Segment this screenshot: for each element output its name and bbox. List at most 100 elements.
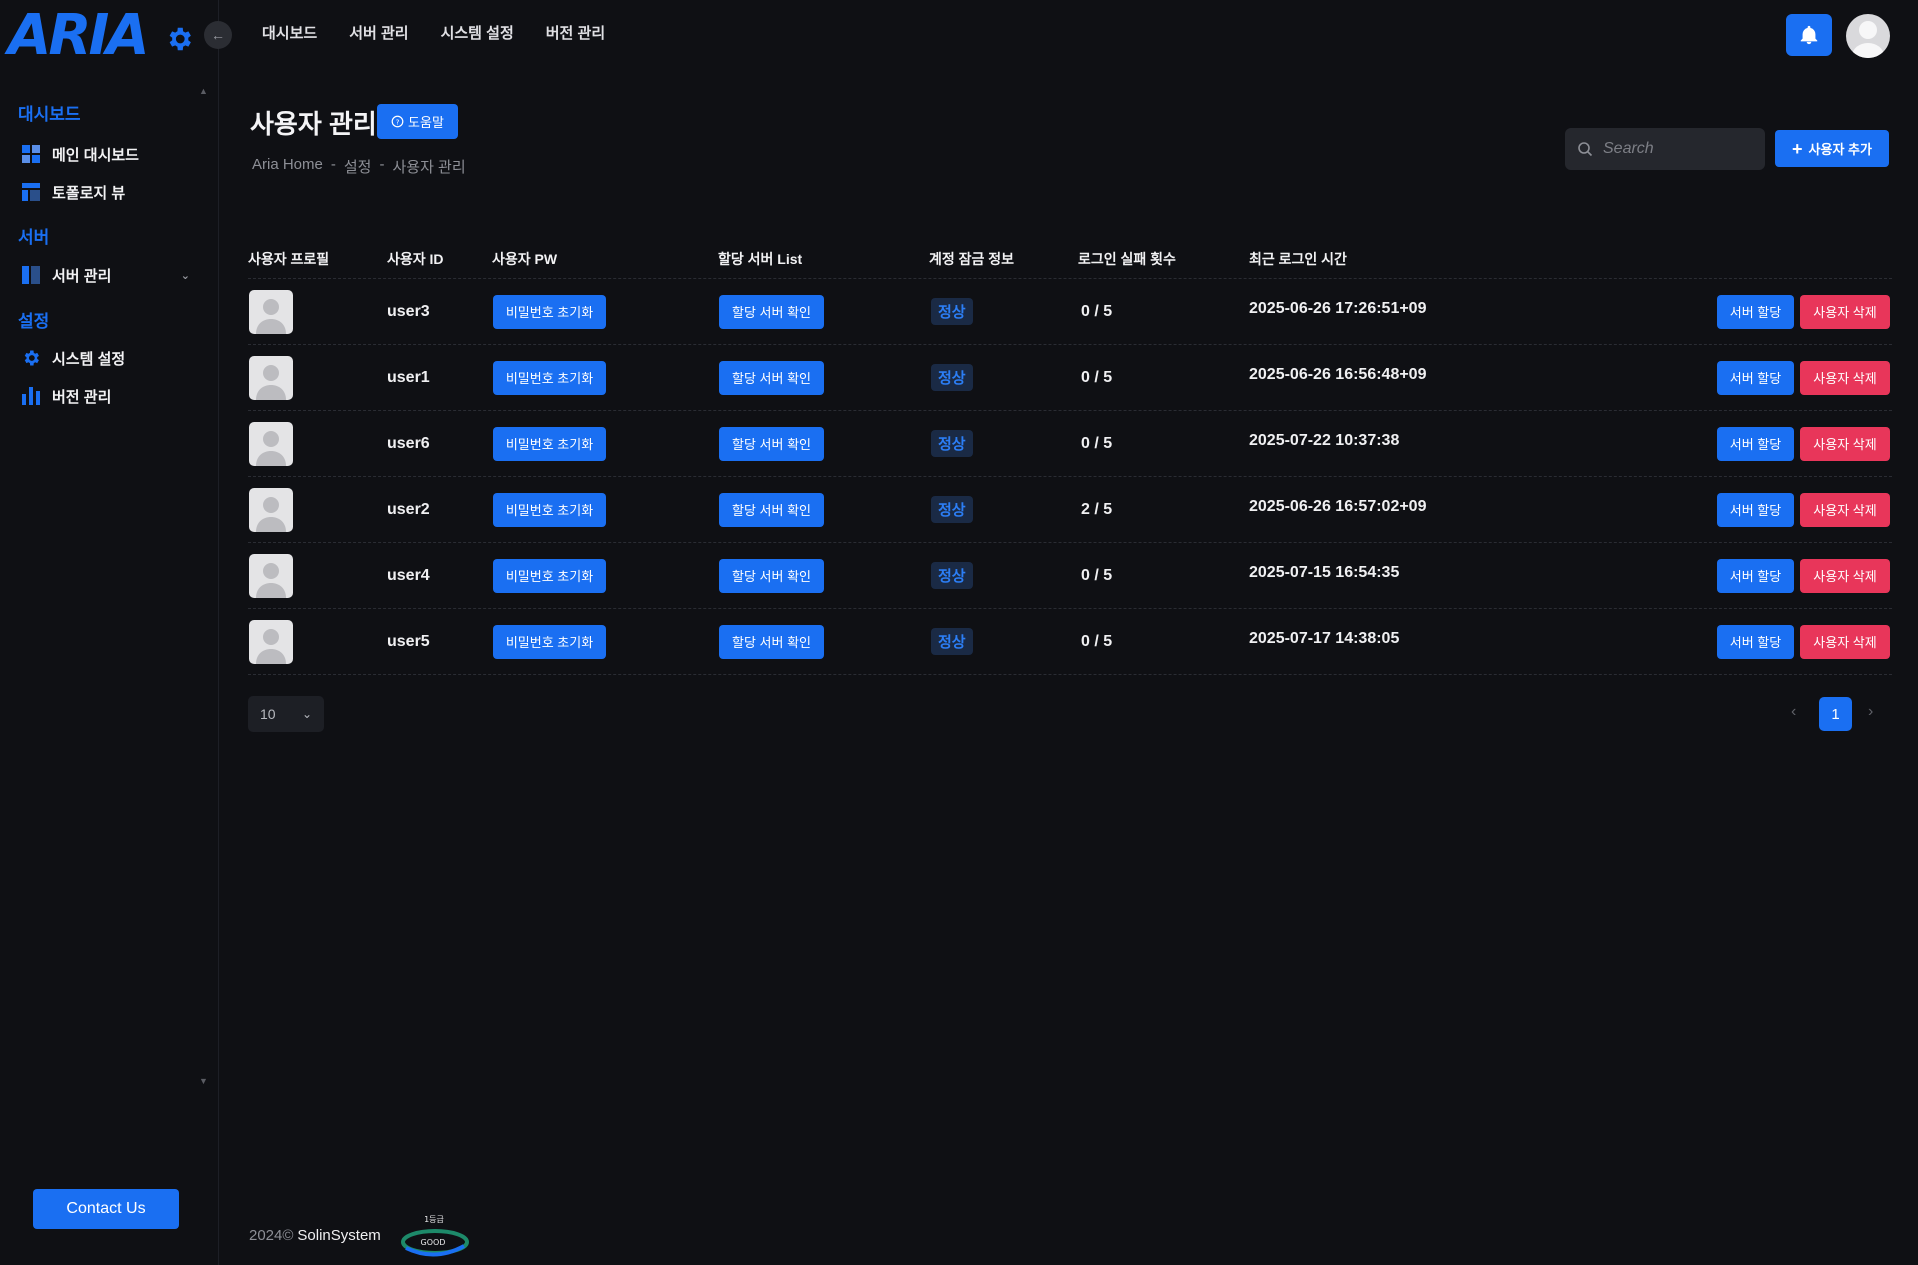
top-nav-system-settings[interactable]: 시스템 설정 (441, 22, 514, 43)
sidebar-item-topology-view[interactable]: 토폴로지 뷰 (20, 179, 190, 205)
help-button[interactable]: ? 도움말 (377, 104, 458, 139)
assign-server-button[interactable]: 서버 할당 (1717, 426, 1794, 461)
profile-avatar[interactable] (249, 553, 293, 598)
assign-server-button[interactable]: 서버 할당 (1717, 360, 1794, 395)
notification-button[interactable] (1786, 14, 1832, 56)
sidebar-item-label: 버전 관리 (52, 388, 112, 406)
check-assigned-servers-button[interactable]: 할당 서버 확인 (719, 426, 824, 461)
delete-user-button[interactable]: 사용자 삭제 (1800, 426, 1890, 461)
breadcrumb-settings[interactable]: 설정 (344, 156, 372, 177)
column-header-profile: 사용자 프로필 (248, 251, 330, 267)
row-actions: 서버 할당 사용자 삭제 (1717, 411, 1890, 476)
top-nav-dashboard[interactable]: 대시보드 (262, 22, 317, 43)
table-row: user4 비밀번호 초기화 할당 서버 확인 정상 0 / 5 2025-07… (248, 543, 1892, 609)
profile-cell (249, 477, 293, 542)
row-actions: 서버 할당 사용자 삭제 (1717, 609, 1890, 674)
user-avatar[interactable] (1846, 14, 1890, 58)
user-pw-cell: 비밀번호 초기화 (493, 543, 606, 608)
search-box[interactable] (1565, 128, 1765, 170)
user-pw-cell: 비밀번호 초기화 (493, 279, 606, 344)
profile-avatar[interactable] (249, 619, 293, 664)
aria-logo[interactable]: ARIA (8, 3, 150, 68)
profile-avatar[interactable] (249, 487, 293, 532)
page-size-select[interactable]: 10 ⌄ (248, 696, 324, 732)
last-login-cell: 2025-06-26 16:57:02+09 (1249, 477, 1426, 542)
check-assigned-servers-button[interactable]: 할당 서버 확인 (719, 294, 824, 329)
delete-user-button[interactable]: 사용자 삭제 (1800, 558, 1890, 593)
delete-user-button[interactable]: 사용자 삭제 (1800, 294, 1890, 329)
sidebar-collapse-button[interactable]: ← (204, 21, 232, 49)
lock-info-cell: 정상 (931, 411, 973, 476)
login-fail-count: 0 / 5 (1081, 566, 1113, 584)
reset-password-button[interactable]: 비밀번호 초기화 (493, 426, 606, 461)
user-id: user1 (387, 368, 430, 386)
sidebar-item-server-management[interactable]: 서버 관리 ⌄ (20, 262, 190, 288)
gear-icon (20, 347, 42, 369)
breadcrumb: Aria Home - 설정 - 사용자 관리 (252, 156, 466, 177)
assign-server-button[interactable]: 서버 할당 (1717, 558, 1794, 593)
assign-server-button[interactable]: 서버 할당 (1717, 294, 1794, 329)
breadcrumb-home[interactable]: Aria Home (252, 156, 323, 177)
logo-text: ARIA (8, 3, 150, 68)
top-nav-server-management[interactable]: 서버 관리 (349, 22, 408, 43)
user-silhouette-icon (256, 628, 286, 664)
footer-company-link[interactable]: SolinSystem (297, 1227, 380, 1244)
reset-password-button[interactable]: 비밀번호 초기화 (493, 294, 606, 329)
table-row: user2 비밀번호 초기화 할당 서버 확인 정상 2 / 5 2025-06… (248, 477, 1892, 543)
sidebar-item-system-settings[interactable]: 시스템 설정 (20, 345, 190, 371)
sidebar-section-settings: 설정 (18, 312, 50, 331)
reset-password-button[interactable]: 비밀번호 초기화 (493, 558, 606, 593)
table-row: user1 비밀번호 초기화 할당 서버 확인 정상 0 / 5 2025-06… (248, 345, 1892, 411)
breadcrumb-separator: - (330, 156, 336, 173)
sidebar-scroll-up-icon[interactable]: ▲ (199, 86, 208, 96)
login-fails-cell: 0 / 5 (1081, 279, 1112, 344)
status-badge: 정상 (931, 562, 973, 589)
last-login-time: 2025-07-22 10:37:38 (1249, 431, 1400, 449)
status-badge: 정상 (931, 364, 973, 391)
user-id-cell: user5 (387, 609, 430, 674)
profile-avatar[interactable] (249, 355, 293, 400)
add-user-button[interactable]: + 사용자 추가 (1775, 130, 1889, 167)
logo-gear-icon (169, 27, 191, 51)
sidebar-scroll-down-icon[interactable]: ▼ (199, 1076, 208, 1086)
check-assigned-servers-button[interactable]: 할당 서버 확인 (719, 558, 824, 593)
server-panel-icon (20, 264, 42, 286)
pagination-next-icon[interactable]: › (1868, 703, 1873, 721)
last-login-cell: 2025-07-22 10:37:38 (1249, 411, 1399, 476)
login-fail-count: 0 / 5 (1081, 302, 1113, 320)
check-assigned-servers-button[interactable]: 할당 서버 확인 (719, 492, 824, 527)
assign-server-button[interactable]: 서버 할당 (1717, 624, 1794, 659)
chevron-down-icon[interactable]: ⌄ (181, 269, 190, 282)
profile-avatar[interactable] (249, 289, 293, 334)
reset-password-button[interactable]: 비밀번호 초기화 (493, 360, 606, 395)
reset-password-button[interactable]: 비밀번호 초기화 (493, 624, 606, 659)
table-header: 사용자 프로필 사용자 ID 사용자 PW 할당 서버 List 계정 잠금 정… (248, 240, 1892, 279)
profile-cell (249, 279, 293, 344)
assign-server-button[interactable]: 서버 할당 (1717, 492, 1794, 527)
login-fails-cell: 0 / 5 (1081, 411, 1112, 476)
user-silhouette-icon (256, 430, 286, 466)
check-assigned-servers-button[interactable]: 할당 서버 확인 (719, 360, 824, 395)
delete-user-button[interactable]: 사용자 삭제 (1800, 624, 1890, 659)
pagination-prev-icon[interactable]: ‹ (1791, 703, 1796, 721)
reset-password-button[interactable]: 비밀번호 초기화 (493, 492, 606, 527)
search-input[interactable] (1601, 139, 1755, 159)
column-header-user-id: 사용자 ID (387, 251, 444, 267)
lock-info-cell: 정상 (931, 609, 973, 674)
pagination-page-current[interactable]: 1 (1819, 697, 1852, 731)
sidebar-item-main-dashboard[interactable]: 메인 대시보드 (20, 141, 190, 167)
check-assigned-servers-button[interactable]: 할당 서버 확인 (719, 624, 824, 659)
sidebar-item-version-management[interactable]: 버전 관리 (20, 383, 190, 409)
dashboard-grid-icon (20, 143, 42, 165)
delete-user-button[interactable]: 사용자 삭제 (1800, 360, 1890, 395)
delete-user-button[interactable]: 사용자 삭제 (1800, 492, 1890, 527)
profile-avatar[interactable] (249, 421, 293, 466)
footer-year: 2024© (249, 1227, 294, 1244)
login-fails-cell: 2 / 5 (1081, 477, 1112, 542)
user-pw-cell: 비밀번호 초기화 (493, 345, 606, 410)
top-nav-version-management[interactable]: 버전 관리 (546, 22, 605, 43)
column-header-lock-info: 계정 잠금 정보 (929, 251, 1015, 267)
contact-us-button[interactable]: Contact Us (33, 1189, 179, 1229)
last-login-time: 2025-06-26 17:26:51+09 (1249, 299, 1427, 317)
user-id-cell: user3 (387, 279, 430, 344)
